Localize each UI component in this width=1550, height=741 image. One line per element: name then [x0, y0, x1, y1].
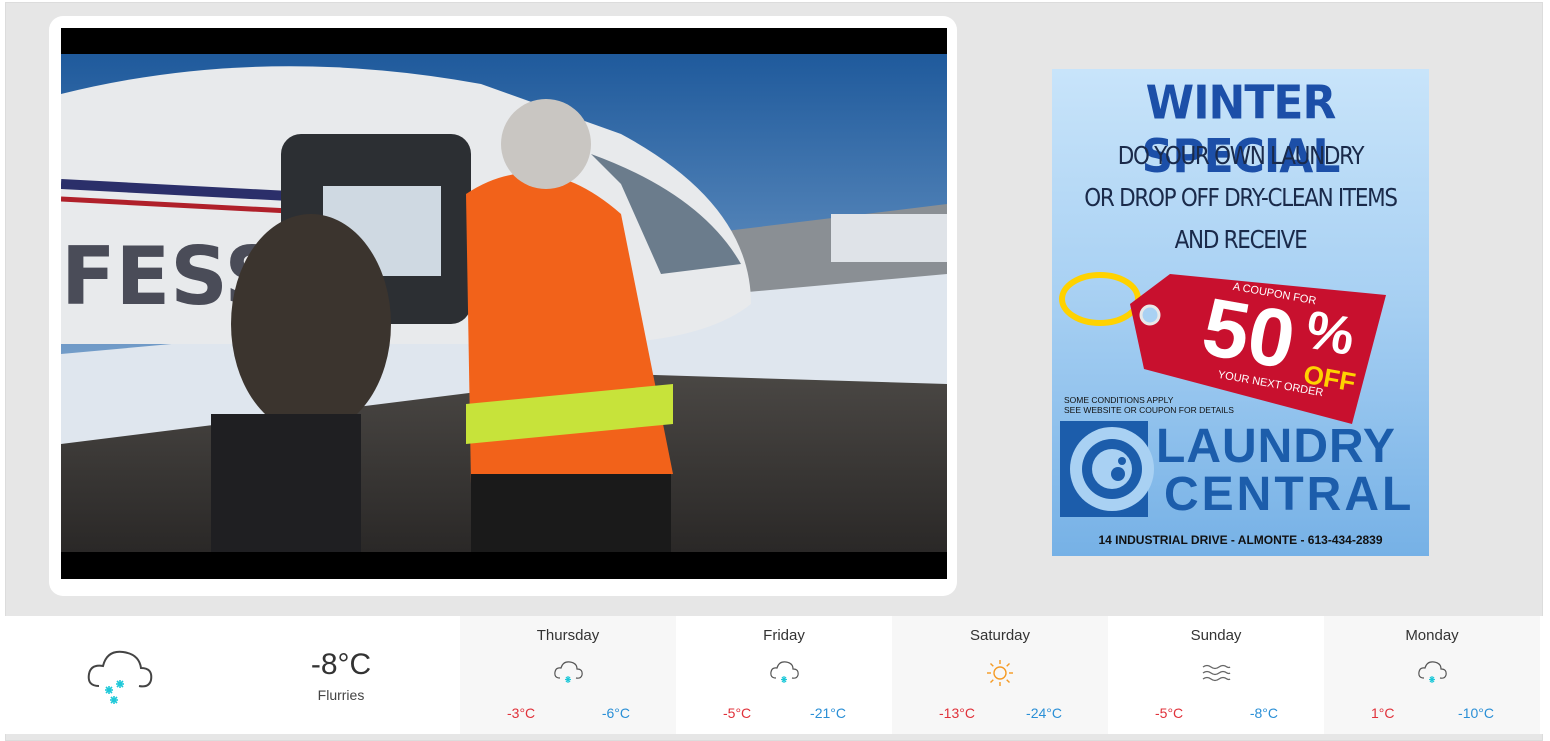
- forecast-day-name: Sunday: [1190, 627, 1242, 644]
- forecast-low: -8°C: [1249, 705, 1278, 721]
- forecast-low: -24°C: [1026, 705, 1062, 721]
- forecast-day-monday: Monday 1°C -10°C: [1324, 616, 1540, 734]
- forecast-day-sunday: Sunday -5°C -8°C: [1108, 616, 1324, 734]
- ad-conditions: SOME CONDITIONS APPLY SEE WEBSITE OR COU…: [1064, 395, 1234, 415]
- forecast-day-saturday: Saturday -13°C -24°C: [892, 616, 1108, 734]
- snow-cloud-icon: [1418, 661, 1447, 683]
- laundry-ad-banner[interactable]: WINTER SPECIAL DO YOUR OWN LAUNDRY OR DR…: [1052, 69, 1429, 556]
- forecast-high: -5°C: [1155, 705, 1184, 721]
- forecast-high: -3°C: [507, 705, 536, 721]
- forecast-high: -13°C: [939, 705, 975, 721]
- forecast-high: -5°C: [723, 705, 752, 721]
- snow-cloud-icon: [770, 661, 799, 683]
- weather-widget: -8°C Flurries Thursday -3°C -6°C Friday …: [5, 616, 1543, 734]
- fog-icon: [1202, 664, 1231, 682]
- video-player[interactable]: FESS: [61, 28, 947, 579]
- ad-address: 14 INDUSTRIAL DRIVE - ALMONTE - 613-434-…: [1098, 533, 1383, 547]
- forecast-day-name: Saturday: [969, 627, 1031, 644]
- sun-icon: [987, 660, 1013, 686]
- brand-name-laundry: LAUNDRY: [1156, 420, 1396, 473]
- snow-cloud-icon: [87, 650, 153, 704]
- forecast-low: -21°C: [810, 705, 846, 721]
- percent-sign: %: [1301, 300, 1359, 367]
- discount-number: 50: [1196, 281, 1302, 386]
- current-condition: Flurries: [317, 687, 365, 703]
- snow-cloud-icon: [554, 661, 583, 683]
- forecast-day-friday: Friday -5°C -21°C: [676, 616, 892, 734]
- brand-name-central: CENTRAL: [1164, 468, 1415, 521]
- forecast-day-thursday: Thursday -3°C -6°C: [460, 616, 676, 734]
- forecast-day-name: Monday: [1405, 627, 1459, 644]
- video-frame-image: FESS: [61, 54, 947, 552]
- forecast-day-name: Friday: [763, 627, 805, 644]
- current-temperature: -8°C: [310, 648, 372, 681]
- forecast-low: -10°C: [1458, 705, 1494, 721]
- forecast-high: 1°C: [1371, 705, 1395, 721]
- video-card: FESS: [49, 16, 957, 596]
- forecast-day-name: Thursday: [536, 627, 600, 644]
- forecast-low: -6°C: [601, 705, 630, 721]
